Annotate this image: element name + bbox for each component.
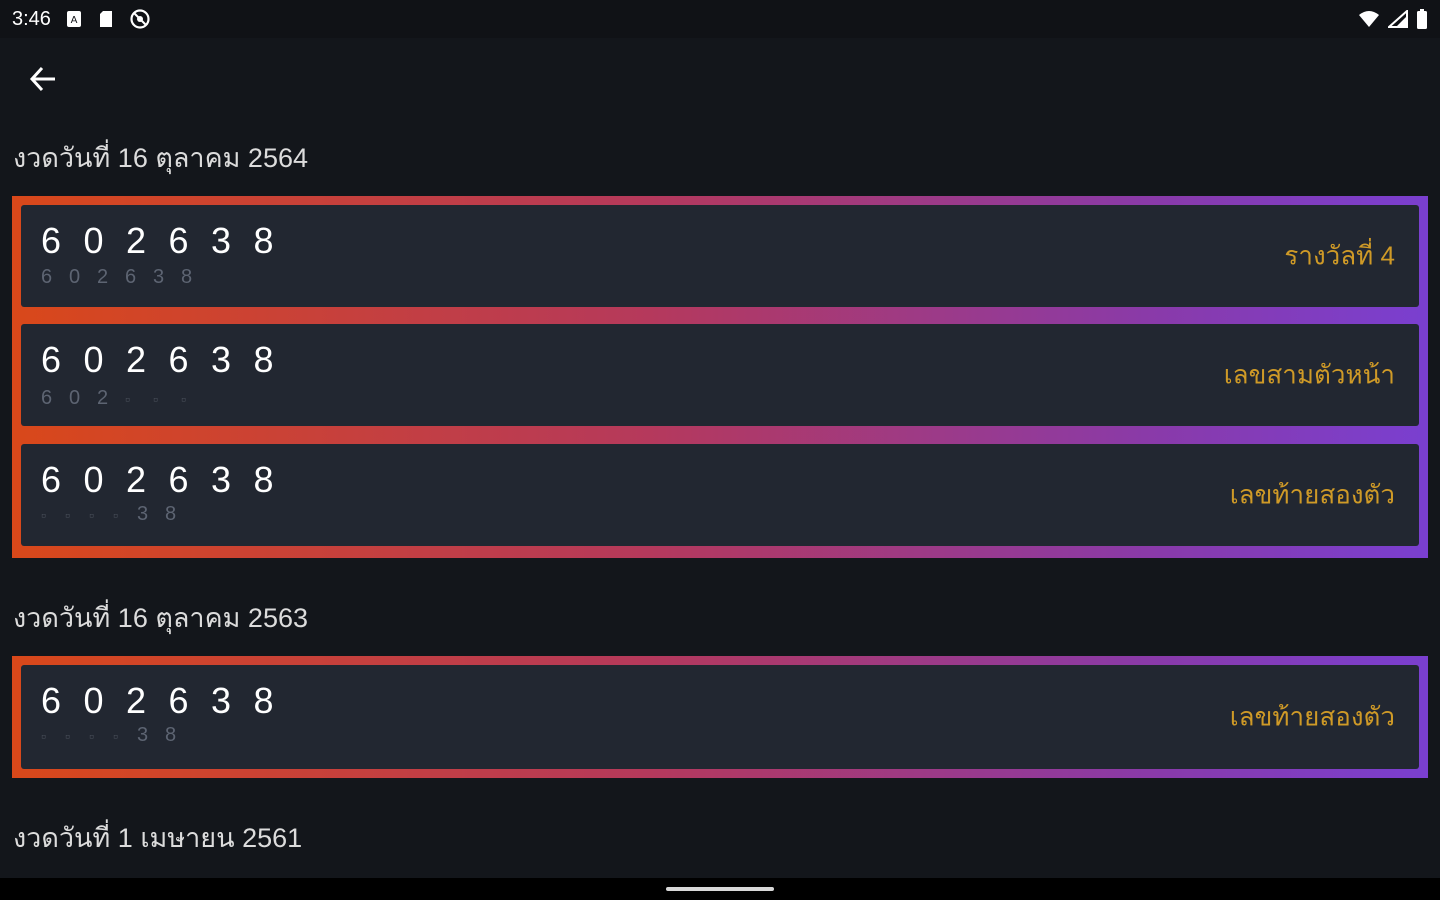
digit: 3: [211, 459, 232, 500]
result-group-frame: 6 0 2 6 3 8 ▫ ▫ ▫ ▫ 3 8 เลขท้ายสองตัว: [12, 656, 1428, 778]
number-row: 6 0 2 6 3 8: [41, 462, 296, 498]
match-digit: 3: [153, 266, 165, 288]
match-placeholder: ▫: [113, 728, 118, 744]
digit: 0: [83, 459, 104, 500]
match-digit: 6: [125, 266, 137, 288]
match-digit: 0: [69, 266, 81, 288]
group-title: งวดวันที่ 16 ตุลาคม 2564: [13, 143, 308, 173]
number-row: 6 0 2 6 3 8: [41, 223, 296, 259]
match-placeholder: ▫: [113, 507, 118, 523]
wifi-icon: [1358, 10, 1380, 28]
digit: 6: [41, 459, 62, 500]
match-placeholder: ▫: [181, 391, 186, 407]
match-placeholder: ▫: [65, 507, 70, 523]
digit: 8: [253, 339, 274, 380]
digit: 8: [253, 459, 274, 500]
sim-icon: A: [65, 10, 83, 28]
result-group-frame: 6 0 2 6 3 8 6 0 2 6 3 8 รางวัลที่ 4 6 0: [12, 196, 1428, 558]
digit: 6: [168, 220, 189, 261]
match-digit: 2: [97, 266, 109, 288]
match-placeholder: ▫: [89, 507, 94, 523]
home-gesture-handle[interactable]: [666, 887, 774, 891]
number-row: 6 0 2 6 3 8: [41, 342, 296, 378]
digit: 2: [126, 220, 147, 261]
match-row: ▫ ▫ ▫ ▫ 3 8: [41, 725, 193, 745]
battery-icon: [1416, 9, 1428, 29]
match-digit: 0: [69, 387, 81, 409]
digit: 6: [41, 339, 62, 380]
prize-label: เลขท้ายสองตัว: [1229, 479, 1395, 510]
sd-card-icon: [97, 10, 115, 28]
digit: 6: [41, 680, 62, 721]
match-placeholder: ▫: [41, 728, 46, 744]
match-row: 6 0 2 6 3 8: [41, 267, 209, 287]
match-digit: 2: [97, 387, 109, 409]
match-digit: 6: [41, 266, 53, 288]
match-digit: 3: [137, 724, 149, 746]
back-button[interactable]: [13, 49, 73, 109]
match-placeholder: ▫: [65, 728, 70, 744]
status-right: [1358, 9, 1428, 29]
digit: 6: [168, 680, 189, 721]
match-digit: 8: [181, 266, 193, 288]
arrow-back-icon: [29, 66, 55, 92]
digit: 8: [253, 680, 274, 721]
digit: 0: [83, 220, 104, 261]
match-digit: 3: [137, 503, 149, 525]
status-time: 3:46: [12, 7, 51, 30]
results-list[interactable]: งวดวันที่ 16 ตุลาคม 2564 6 0 2 6 3 8 6 0…: [0, 120, 1440, 878]
status-left: 3:46 A: [12, 8, 151, 31]
digit: 3: [211, 680, 232, 721]
group-title: งวดวันที่ 1 เมษายน 2561: [13, 823, 303, 853]
result-card[interactable]: 6 0 2 6 3 8 6 0 2 6 3 8 รางวัลที่ 4: [21, 205, 1419, 307]
group-title: งวดวันที่ 16 ตุลาคม 2563: [13, 603, 308, 633]
svg-text:A: A: [71, 15, 78, 26]
number-row: 6 0 2 6 3 8: [41, 683, 296, 719]
match-row: ▫ ▫ ▫ ▫ 3 8: [41, 504, 193, 524]
prize-label: เลขท้ายสองตัว: [1229, 701, 1395, 732]
match-placeholder: ▫: [153, 391, 158, 407]
digit: 3: [211, 220, 232, 261]
result-card[interactable]: 6 0 2 6 3 8 6 0 2 ▫ ▫ ▫ เลขสามตัวหน้า: [21, 324, 1419, 426]
result-card[interactable]: 6 0 2 6 3 8 ▫ ▫ ▫ ▫ 3 8 เลขท้ายสองตัว: [21, 444, 1419, 546]
digit: 2: [126, 339, 147, 380]
match-digit: 8: [165, 724, 177, 746]
cell-signal-icon: [1388, 10, 1408, 28]
navigation-bar: [0, 878, 1440, 900]
digit: 0: [83, 680, 104, 721]
digit: 2: [126, 680, 147, 721]
app-bar: [0, 38, 1440, 120]
blocked-icon: [129, 8, 151, 30]
prize-label: รางวัลที่ 4: [1284, 240, 1395, 271]
digit: 6: [41, 220, 62, 261]
result-card[interactable]: 6 0 2 6 3 8 ▫ ▫ ▫ ▫ 3 8 เลขท้ายสองตัว: [21, 665, 1419, 769]
match-row: 6 0 2 ▫ ▫ ▫: [41, 388, 209, 408]
match-digit: 8: [165, 503, 177, 525]
match-placeholder: ▫: [41, 507, 46, 523]
match-digit: 6: [41, 387, 53, 409]
digit: 6: [168, 339, 189, 380]
digit: 3: [211, 339, 232, 380]
match-placeholder: ▫: [125, 391, 130, 407]
match-placeholder: ▫: [89, 728, 94, 744]
digit: 2: [126, 459, 147, 500]
digit: 0: [83, 339, 104, 380]
status-bar: 3:46 A: [0, 0, 1440, 38]
prize-label: เลขสามตัวหน้า: [1223, 359, 1395, 390]
digit: 6: [168, 459, 189, 500]
digit: 8: [253, 220, 274, 261]
